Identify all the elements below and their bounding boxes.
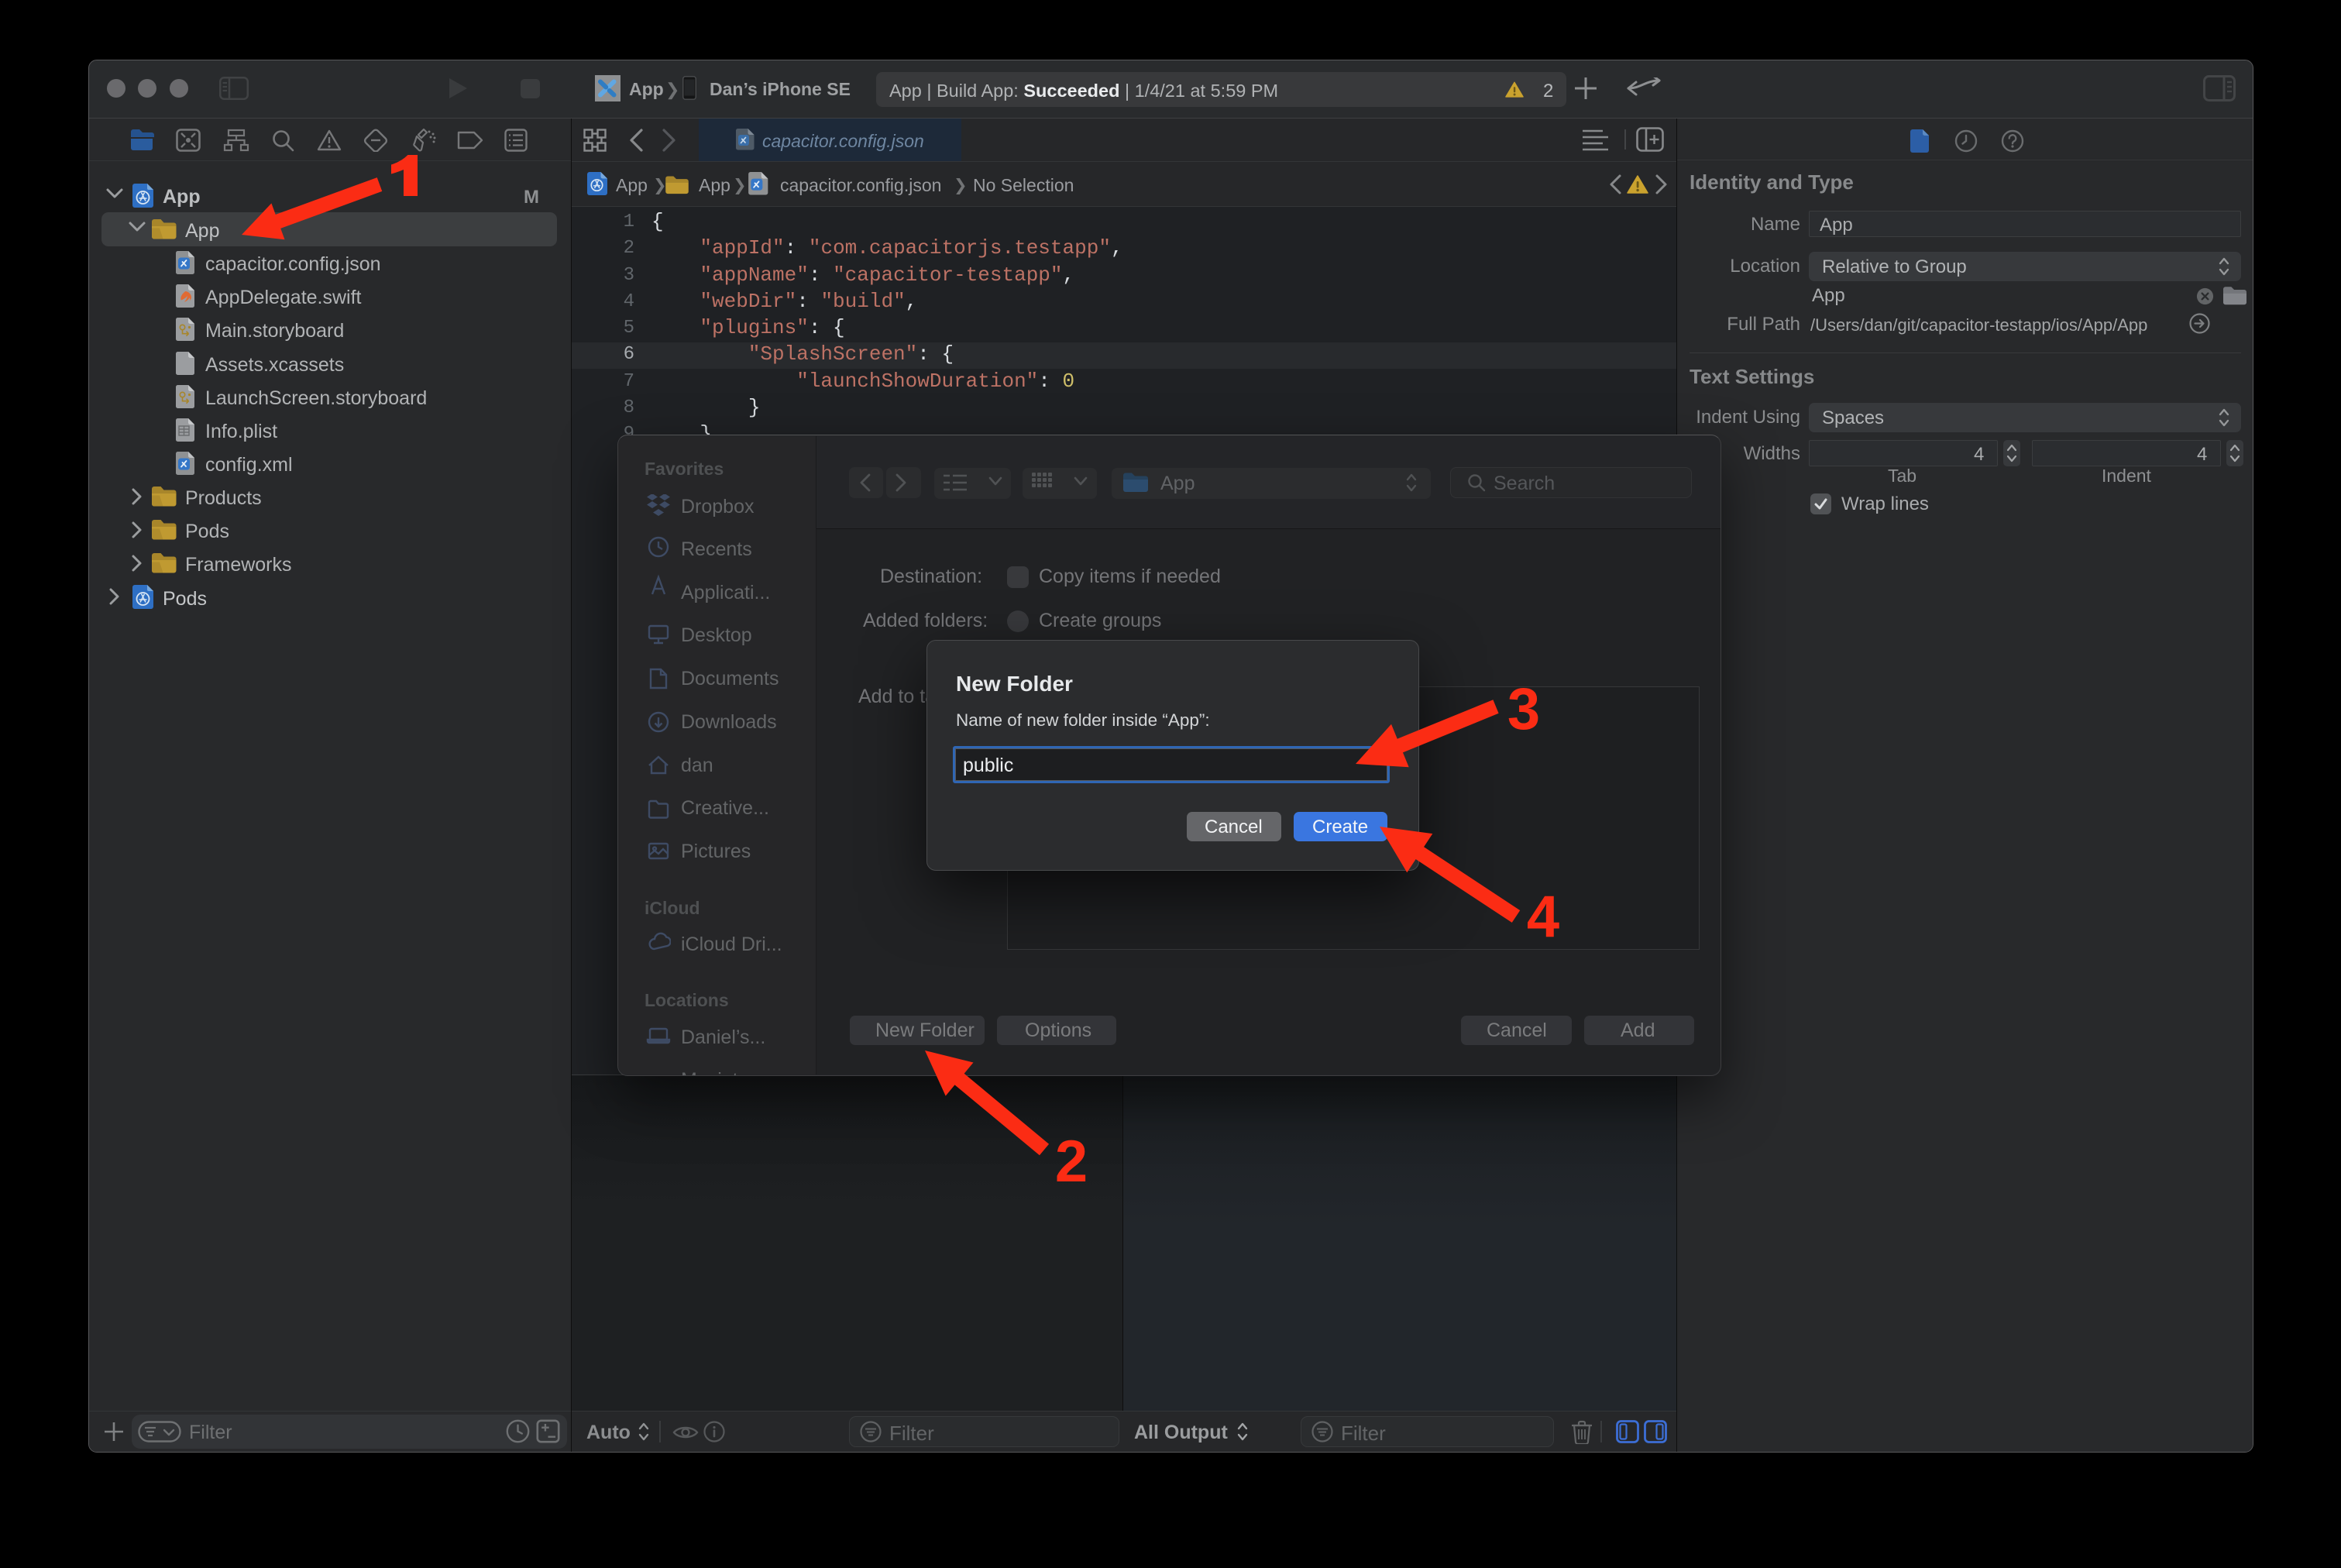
svg-text:3: 3 — [1507, 676, 1540, 742]
svg-text:2: 2 — [1055, 1129, 1088, 1195]
svg-text:4: 4 — [1527, 884, 1559, 950]
